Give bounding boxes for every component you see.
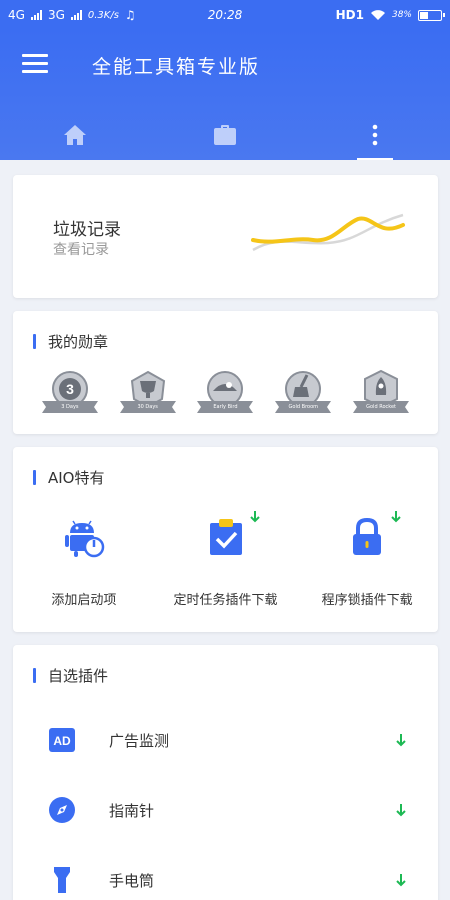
section-accent-bar [33, 668, 36, 683]
plugin-label: 手电筒 [109, 871, 155, 890]
badge-early-bird-icon[interactable]: Early Bird [195, 369, 255, 417]
network1-label: 4G [8, 8, 25, 22]
download-arrow-icon [249, 511, 260, 523]
add-startup-item-button[interactable]: 添加启动项 [13, 515, 155, 608]
aio-item-label: 添加启动项 [51, 593, 117, 608]
optional-plugins-card: 自选插件 AD 广告监测 指南针 手电筒 [13, 645, 438, 900]
hd-label: HD1 [335, 8, 364, 22]
battery-icon [418, 9, 445, 21]
history-title: 垃圾记录 [53, 220, 121, 240]
app-lock-plugin-button[interactable]: 程序锁插件下载 [296, 511, 438, 608]
network2-label: 3G [47, 8, 65, 22]
net-speed: 0.3K/s [87, 9, 119, 21]
plugin-flashlight-row[interactable]: 手电筒 [13, 852, 438, 900]
badge-label: Early Bird [213, 404, 238, 410]
more-vertical-icon [372, 124, 378, 146]
plugin-label: 广告监测 [109, 731, 170, 750]
section-accent-bar [33, 334, 36, 349]
plugins-section-title: 自选插件 [33, 665, 108, 686]
menu-line [22, 62, 48, 65]
history-subtitle: 查看记录 [53, 242, 109, 258]
plugin-label: 指南针 [109, 801, 155, 820]
badge-label: 3 Days [61, 404, 79, 410]
download-arrow-icon[interactable] [396, 733, 406, 747]
clipboard-check-icon [204, 515, 248, 559]
tab-more[interactable] [300, 110, 450, 160]
status-left: 4G 3G 0.3K/s ♫ [8, 8, 136, 22]
download-arrow-icon [391, 511, 401, 523]
aio-item-list: 添加启动项 定时任务插件下载 程序锁插件下载 [13, 511, 438, 608]
section-accent-bar [33, 470, 36, 485]
battery-fill [420, 11, 428, 19]
android-power-icon [62, 515, 106, 559]
menu-line [22, 70, 48, 73]
tab-tools[interactable] [150, 110, 300, 160]
app-title: 全能工具箱专业版 [92, 56, 261, 78]
download-arrow-icon[interactable] [396, 873, 406, 887]
badge-label: Gold Broom [288, 404, 318, 410]
badge-gold-broom-icon[interactable]: Gold Broom [273, 369, 333, 417]
badge-label: 30 Days [137, 404, 158, 410]
flashlight-icon [49, 867, 75, 893]
aio-item-label: 程序锁插件下载 [321, 593, 413, 608]
home-icon [64, 125, 86, 145]
aio-item-label: 定时任务插件下载 [173, 593, 278, 608]
svg-text:AD: AD [53, 734, 71, 748]
aio-features-card: AIO特有 添加启动项 定时任务插件下载 程序锁插件下载 [13, 447, 438, 632]
aio-section-title: AIO特有 [33, 467, 105, 488]
badge-30days-icon[interactable]: 30 Days [118, 369, 178, 417]
menu-button[interactable] [22, 54, 48, 76]
badge-list: 3 3 Days 30 Days Early Bird Gold Broom G… [13, 369, 438, 417]
plugin-ad-monitor-row[interactable]: AD 广告监测 [13, 712, 438, 768]
compass-icon [49, 797, 75, 823]
download-arrow-icon[interactable] [396, 803, 406, 817]
lock-icon [345, 515, 389, 559]
badges-section-title: 我的勋章 [33, 331, 108, 352]
trend-line-icon [251, 213, 405, 252]
tab-home[interactable] [0, 110, 150, 160]
menu-line [22, 54, 48, 57]
aio-title-text: AIO特有 [48, 469, 105, 487]
status-bar: 4G 3G 0.3K/s ♫ 20:28 HD1 38% [0, 0, 450, 30]
my-badges-card: 我的勋章 3 3 Days 30 Days Early Bird Gold Br… [13, 311, 438, 434]
signal-icon-2 [70, 10, 82, 20]
plugins-title-text: 自选插件 [48, 667, 109, 685]
ad-icon: AD [49, 727, 75, 753]
plugin-compass-row[interactable]: 指南针 [13, 782, 438, 838]
svg-text:3: 3 [66, 381, 74, 397]
wifi-icon [370, 10, 385, 20]
scheduled-task-plugin-button[interactable]: 定时任务插件下载 [155, 511, 297, 608]
signal-icon [30, 10, 42, 20]
badges-title-text: 我的勋章 [48, 333, 109, 351]
badge-gold-rocket-icon[interactable]: Gold Rocket [351, 369, 411, 417]
music-icon: ♫ [124, 8, 136, 22]
status-right: HD1 38% [335, 8, 445, 22]
junk-history-card[interactable]: 垃圾记录 查看记录 [13, 175, 438, 298]
tab-bar [0, 110, 450, 160]
battery-percent: 38% [391, 10, 412, 20]
badge-3days-icon[interactable]: 3 3 Days [40, 369, 100, 417]
app-header: 全能工具箱专业版 [0, 30, 450, 160]
badge-label: Gold Rocket [366, 404, 397, 410]
briefcase-icon [214, 125, 236, 145]
